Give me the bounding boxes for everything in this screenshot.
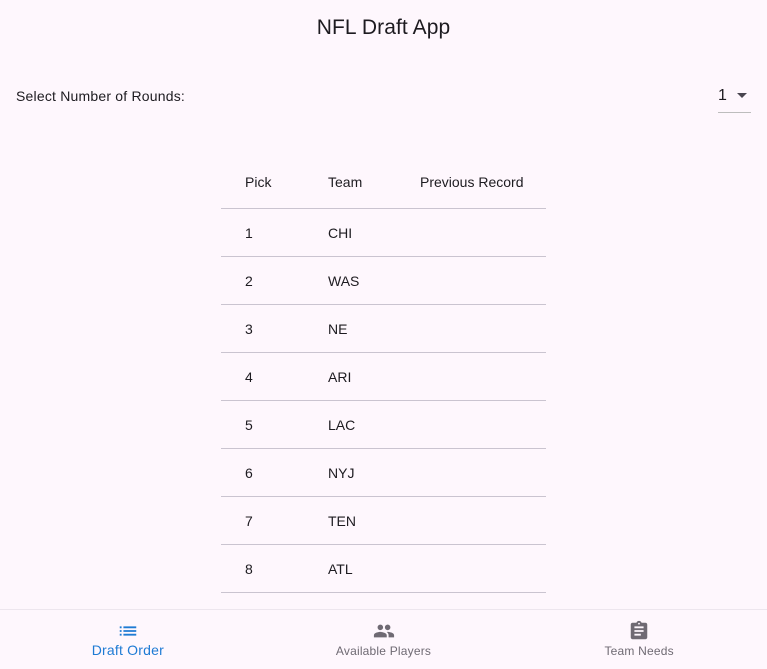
nav-item-team-needs[interactable]: Team Needs: [511, 610, 767, 669]
cell-pick: 3: [245, 320, 253, 337]
cell-team: CHI: [328, 224, 353, 241]
cell-pick: 4: [245, 368, 253, 385]
cell-team: TEN: [328, 512, 356, 529]
header-pick: Pick: [245, 174, 272, 190]
rounds-dropdown[interactable]: 1: [718, 79, 751, 113]
cell-pick: 7: [245, 512, 253, 529]
cell-pick: 6: [245, 464, 253, 481]
table-row: 1 CHI: [221, 209, 546, 257]
rounds-row: Select Number of Rounds: 1: [16, 78, 751, 114]
cell-team: ATL: [328, 560, 353, 577]
cell-pick: 8: [245, 560, 253, 577]
rounds-label: Select Number of Rounds:: [16, 88, 185, 104]
people-icon: [373, 624, 394, 638]
nav-label-draft-order: Draft Order: [91, 642, 164, 658]
draft-order-table: Pick Team Previous Record 1 CHI 2 WAS 3 …: [221, 156, 546, 610]
nav-item-draft-order[interactable]: Draft Order: [0, 610, 256, 669]
table-row: 7 TEN: [221, 497, 546, 545]
clipboard-icon: [630, 620, 648, 640]
cell-team: NE: [328, 320, 348, 337]
header-team: Team: [328, 174, 363, 190]
list-icon: [119, 626, 137, 636]
table-header: Pick Team Previous Record: [221, 156, 546, 209]
cell-pick: 2: [245, 272, 253, 289]
cell-pick: 5: [245, 416, 253, 433]
table-row: 3 NE: [221, 305, 546, 353]
dropdown-arrow-icon: [736, 93, 747, 98]
cell-pick: 1: [245, 224, 253, 241]
table-row: 4 ARI: [221, 353, 546, 401]
cell-team: LAC: [328, 416, 356, 433]
bottom-navigation: Draft Order Available Players Team Needs: [0, 609, 767, 669]
cell-team: NYJ: [328, 464, 355, 481]
cell-team: WAS: [328, 272, 360, 289]
app-bar: NFL Draft App: [0, 0, 767, 56]
table-row: 8 ATL: [221, 545, 546, 593]
header-record: Previous Record: [420, 174, 524, 190]
page-title: NFL Draft App: [316, 16, 451, 39]
table-row: 6 NYJ: [221, 449, 546, 497]
rounds-value: 1: [718, 86, 727, 104]
nav-label-available-players: Available Players: [335, 644, 432, 658]
cell-team: ARI: [328, 368, 352, 385]
nav-label-team-needs: Team Needs: [604, 644, 674, 658]
table-row: 2 WAS: [221, 257, 546, 305]
nav-item-available-players[interactable]: Available Players: [256, 610, 512, 669]
table-row: 5 LAC: [221, 401, 546, 449]
